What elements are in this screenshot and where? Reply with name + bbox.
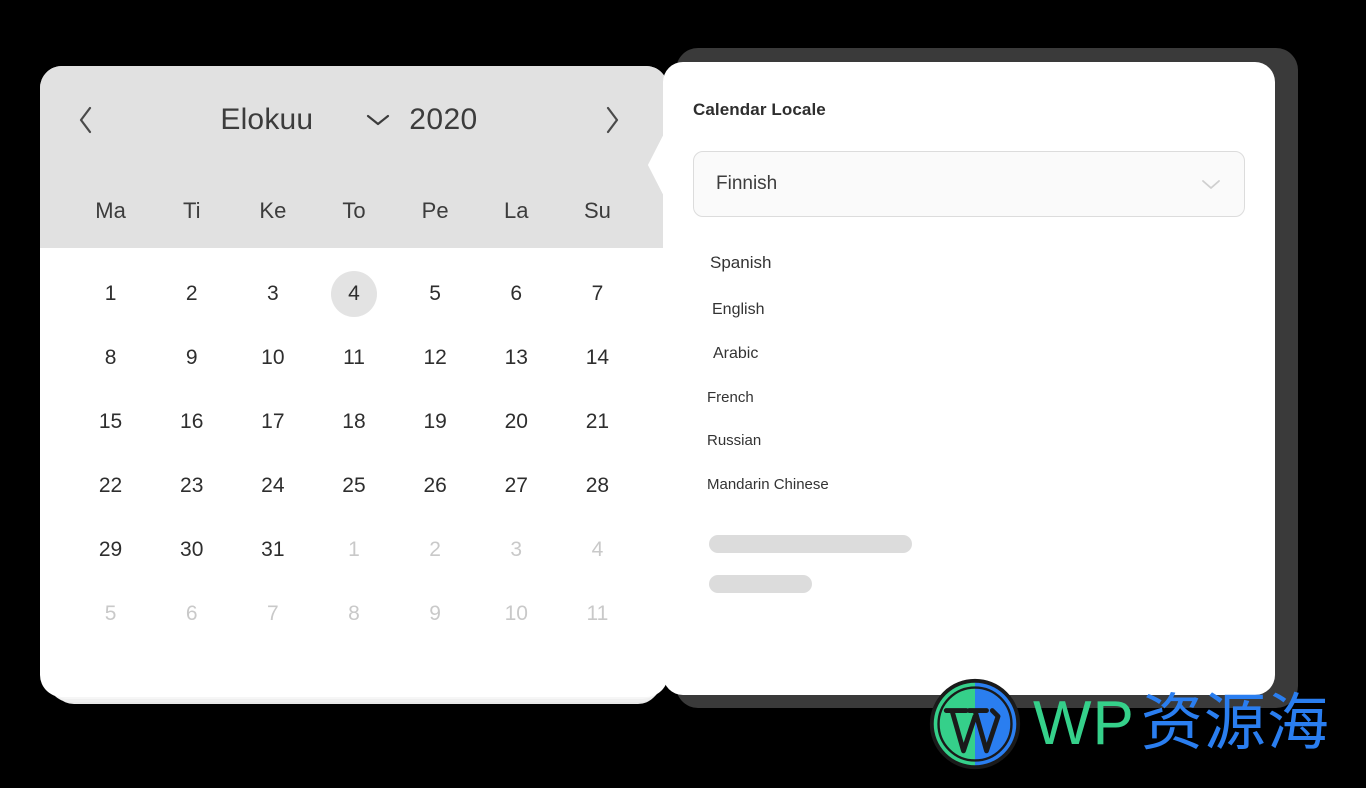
calendar-nav-row: Elokuu 2020 [40,66,668,174]
month-year-group: Elokuu 2020 [112,103,586,137]
skeleton-bar [709,535,912,553]
calendar-day[interactable]: 11 [574,591,620,637]
calendar-day[interactable]: 9 [169,335,215,381]
calendar-day-selected[interactable]: 4 [330,271,377,317]
locale-option[interactable]: Arabic [693,345,1245,363]
calendar-day[interactable]: 3 [250,271,296,317]
calendar-card: Elokuu 2020 Ma Ti Ke To Pe La Su 1 2 3 4… [40,66,668,697]
calendar-day[interactable]: 11 [331,335,377,381]
calendar-day[interactable]: 5 [88,591,134,637]
weekday-header-row: Ma Ti Ke To Pe La Su [40,174,668,248]
calendar-day[interactable]: 31 [250,527,296,573]
calendar-day[interactable]: 25 [331,463,377,509]
watermark-text-cjk: 资源海 [1140,689,1330,758]
chevron-down-icon [1200,177,1222,191]
next-month-button[interactable] [586,93,640,147]
calendar-day[interactable]: 24 [250,463,296,509]
calendar-day[interactable]: 26 [412,463,458,509]
weekday-label: Su [583,198,611,223]
chevron-left-icon [79,106,92,134]
calendar-locale-select[interactable]: Finnish [693,151,1245,217]
weekday-label: Ke [259,198,287,223]
wordpress-logo-icon [929,678,1021,770]
calendar-day[interactable]: 8 [88,335,134,381]
calendar-locale-selected-value: Finnish [716,173,778,194]
weekday-label: Pe [421,198,449,223]
calendar-day[interactable]: 18 [331,399,377,445]
calendar-day[interactable]: 14 [574,335,620,381]
calendar-day[interactable]: 15 [88,399,134,445]
year-label[interactable]: 2020 [409,103,477,137]
locale-option[interactable]: English [693,301,1245,319]
calendar-locale-option-list: Spanish English Arabic French Russian Mandari… [693,253,1245,493]
skeleton-bar [709,575,812,593]
calendar-day[interactable]: 19 [412,399,458,445]
calendar-day[interactable]: 9 [412,591,458,637]
calendar-day[interactable]: 17 [250,399,296,445]
settings-panel: Calendar Locale Finnish Spanish English Ar… [663,62,1275,695]
weekday-label: Ma [95,198,126,223]
calendar-day[interactable]: 8 [331,591,377,637]
calendar-day[interactable]: 6 [493,271,539,317]
skeleton-placeholder-group [693,535,1245,593]
calendar-day[interactable]: 2 [412,527,458,573]
page-title: Calendar Locale [693,100,826,119]
prev-month-button[interactable] [58,93,112,147]
calendar-day[interactable]: 21 [574,399,620,445]
calendar-day[interactable]: 7 [250,591,296,637]
calendar-day[interactable]: 12 [412,335,458,381]
calendar-day[interactable]: 16 [169,399,215,445]
calendar-day[interactable]: 28 [574,463,620,509]
calendar-header: Elokuu 2020 Ma Ti Ke To Pe La Su [40,66,668,248]
weekday-label: To [342,198,366,223]
calendar-day[interactable]: 2 [169,271,215,317]
calendar-day[interactable]: 10 [250,335,296,381]
calendar-day[interactable]: 1 [88,271,134,317]
calendar-day[interactable]: 22 [88,463,134,509]
calendar-day[interactable]: 1 [331,527,377,573]
calendar-day[interactable]: 29 [88,527,134,573]
locale-option[interactable]: Mandarin Chinese [693,476,1245,493]
calendar-day[interactable]: 4 [574,527,620,573]
weekday-label: La [504,198,529,223]
watermark-text: WP 资源海 [1033,693,1330,755]
locale-option[interactable]: French [693,389,1245,406]
screenshot-root: Elokuu 2020 Ma Ti Ke To Pe La Su 1 2 3 4… [0,0,1366,788]
calendar-day[interactable]: 30 [169,527,215,573]
calendar-day[interactable]: 5 [412,271,458,317]
calendar-day[interactable]: 6 [169,591,215,637]
watermark-text-latin: WP [1033,689,1135,758]
calendar-day[interactable]: 7 [574,271,620,317]
calendar-day[interactable]: 13 [493,335,539,381]
calendar-day[interactable]: 3 [493,527,539,573]
calendar-day[interactable]: 27 [493,463,539,509]
calendar-day[interactable]: 10 [493,591,539,637]
calendar-day[interactable]: 23 [169,463,215,509]
locale-option[interactable]: Spanish [693,253,1245,273]
calendar-days-grid: 1 2 3 4 5 6 7 8 9 10 11 12 13 14 15 16 17 18 19 20 21 22 23 24 2… [40,248,668,646]
month-label[interactable]: Elokuu [220,103,313,137]
chevron-down-icon[interactable] [365,112,391,128]
locale-option[interactable]: Russian [693,432,1245,449]
calendar-day[interactable]: 20 [493,399,539,445]
watermark: WP 资源海 [927,676,1330,772]
weekday-label: Ti [182,198,201,223]
chevron-right-icon [606,106,619,134]
